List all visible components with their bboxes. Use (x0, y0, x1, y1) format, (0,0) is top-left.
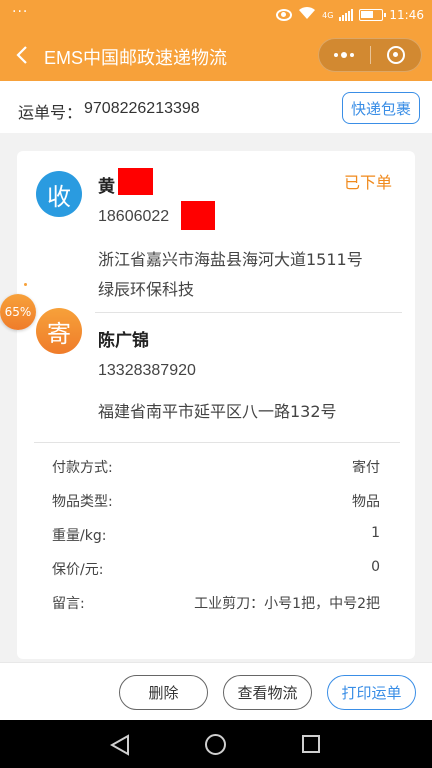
receiver-phone-redaction (181, 201, 215, 230)
detail-row-insured-value: 保价/元: 0 (52, 559, 380, 581)
receiver-address-line2: 绿辰环保科技 (98, 280, 195, 299)
detail-row-message: 留言: 工业剪刀：小号1把，中号2把 (52, 593, 380, 615)
nav-back-icon[interactable] (109, 734, 130, 760)
receiver-name: 黄 (98, 177, 115, 197)
sender-phone: 13328387920 (98, 362, 196, 379)
action-bar: 删除 查看物流 打印运单 (0, 662, 432, 720)
parcel-type-button[interactable]: 快递包裹 (342, 92, 420, 124)
detail-key: 保价/元: (52, 562, 104, 578)
detail-key: 物品类型: (52, 494, 113, 510)
nav-recents-icon[interactable] (302, 735, 320, 753)
app-header: EMS中国邮政速递物流 (0, 30, 432, 81)
waybill-bar: 运单号： 9708226213398 快递包裹 (0, 81, 432, 133)
chevron-left-icon[interactable] (10, 42, 34, 68)
sender-avatar: 寄 (36, 308, 82, 354)
order-status: 已下单 (344, 173, 393, 192)
view-tracking-button[interactable]: 查看物流 (223, 675, 312, 710)
detail-key: 留言: (52, 596, 85, 612)
detail-value: 物品 (352, 494, 380, 510)
android-nav-bar (0, 720, 432, 768)
details-divider (34, 442, 400, 443)
status-icons: 4G 11:46 (276, 6, 424, 24)
detail-key: 付款方式: (52, 460, 113, 476)
receiver-avatar: 收 (36, 171, 82, 217)
notification-dots-icon: ··· (12, 4, 29, 20)
sender-address-line1: 福建省南平市延平区八一路132号 (98, 402, 337, 421)
detail-value: 工业剪刀：小号1把，中号2把 (194, 596, 380, 612)
more-dots-icon[interactable] (319, 38, 370, 72)
receiver-phone: 18606022 (98, 208, 170, 225)
receiver-name-redaction (118, 168, 153, 195)
detail-row-weight: 重量/kg: 1 (52, 525, 380, 547)
waybill-label: 运单号： (18, 103, 83, 122)
waybill-number: 9708226213398 (84, 100, 200, 117)
badge-dot (24, 283, 27, 286)
miniapp-capsule (318, 38, 422, 72)
network-type: 4G (322, 10, 334, 20)
print-waybill-button[interactable]: 打印运单 (327, 675, 416, 710)
page-title: EMS中国邮政速递物流 (44, 48, 228, 68)
floating-progress-badge[interactable]: 65% (0, 294, 36, 330)
battery-icon (359, 9, 387, 21)
delete-button[interactable]: 删除 (119, 675, 208, 710)
clock: 11:46 (389, 8, 424, 22)
signal-icon (339, 9, 354, 21)
nav-home-icon[interactable] (205, 734, 226, 755)
target-close-icon[interactable] (370, 38, 421, 72)
sender-name: 陈广锦 (98, 331, 149, 351)
detail-value: 0 (371, 559, 380, 575)
eye-icon (276, 9, 293, 21)
detail-row-payment: 付款方式: 寄付 (52, 457, 380, 479)
detail-row-item-type: 物品类型: 物品 (52, 491, 380, 513)
party-divider (95, 312, 402, 313)
order-card: 收 黄 已下单 18606022 浙江省嘉兴市海盐县海河大道1511号 绿辰环保… (17, 151, 415, 659)
receiver-address-line1: 浙江省嘉兴市海盐县海河大道1511号 (98, 250, 363, 269)
status-bar: ··· 4G 11:46 (0, 0, 432, 30)
detail-value: 寄付 (352, 460, 380, 476)
detail-value: 1 (371, 525, 380, 541)
detail-key: 重量/kg: (52, 528, 107, 544)
wifi-icon (298, 6, 316, 24)
